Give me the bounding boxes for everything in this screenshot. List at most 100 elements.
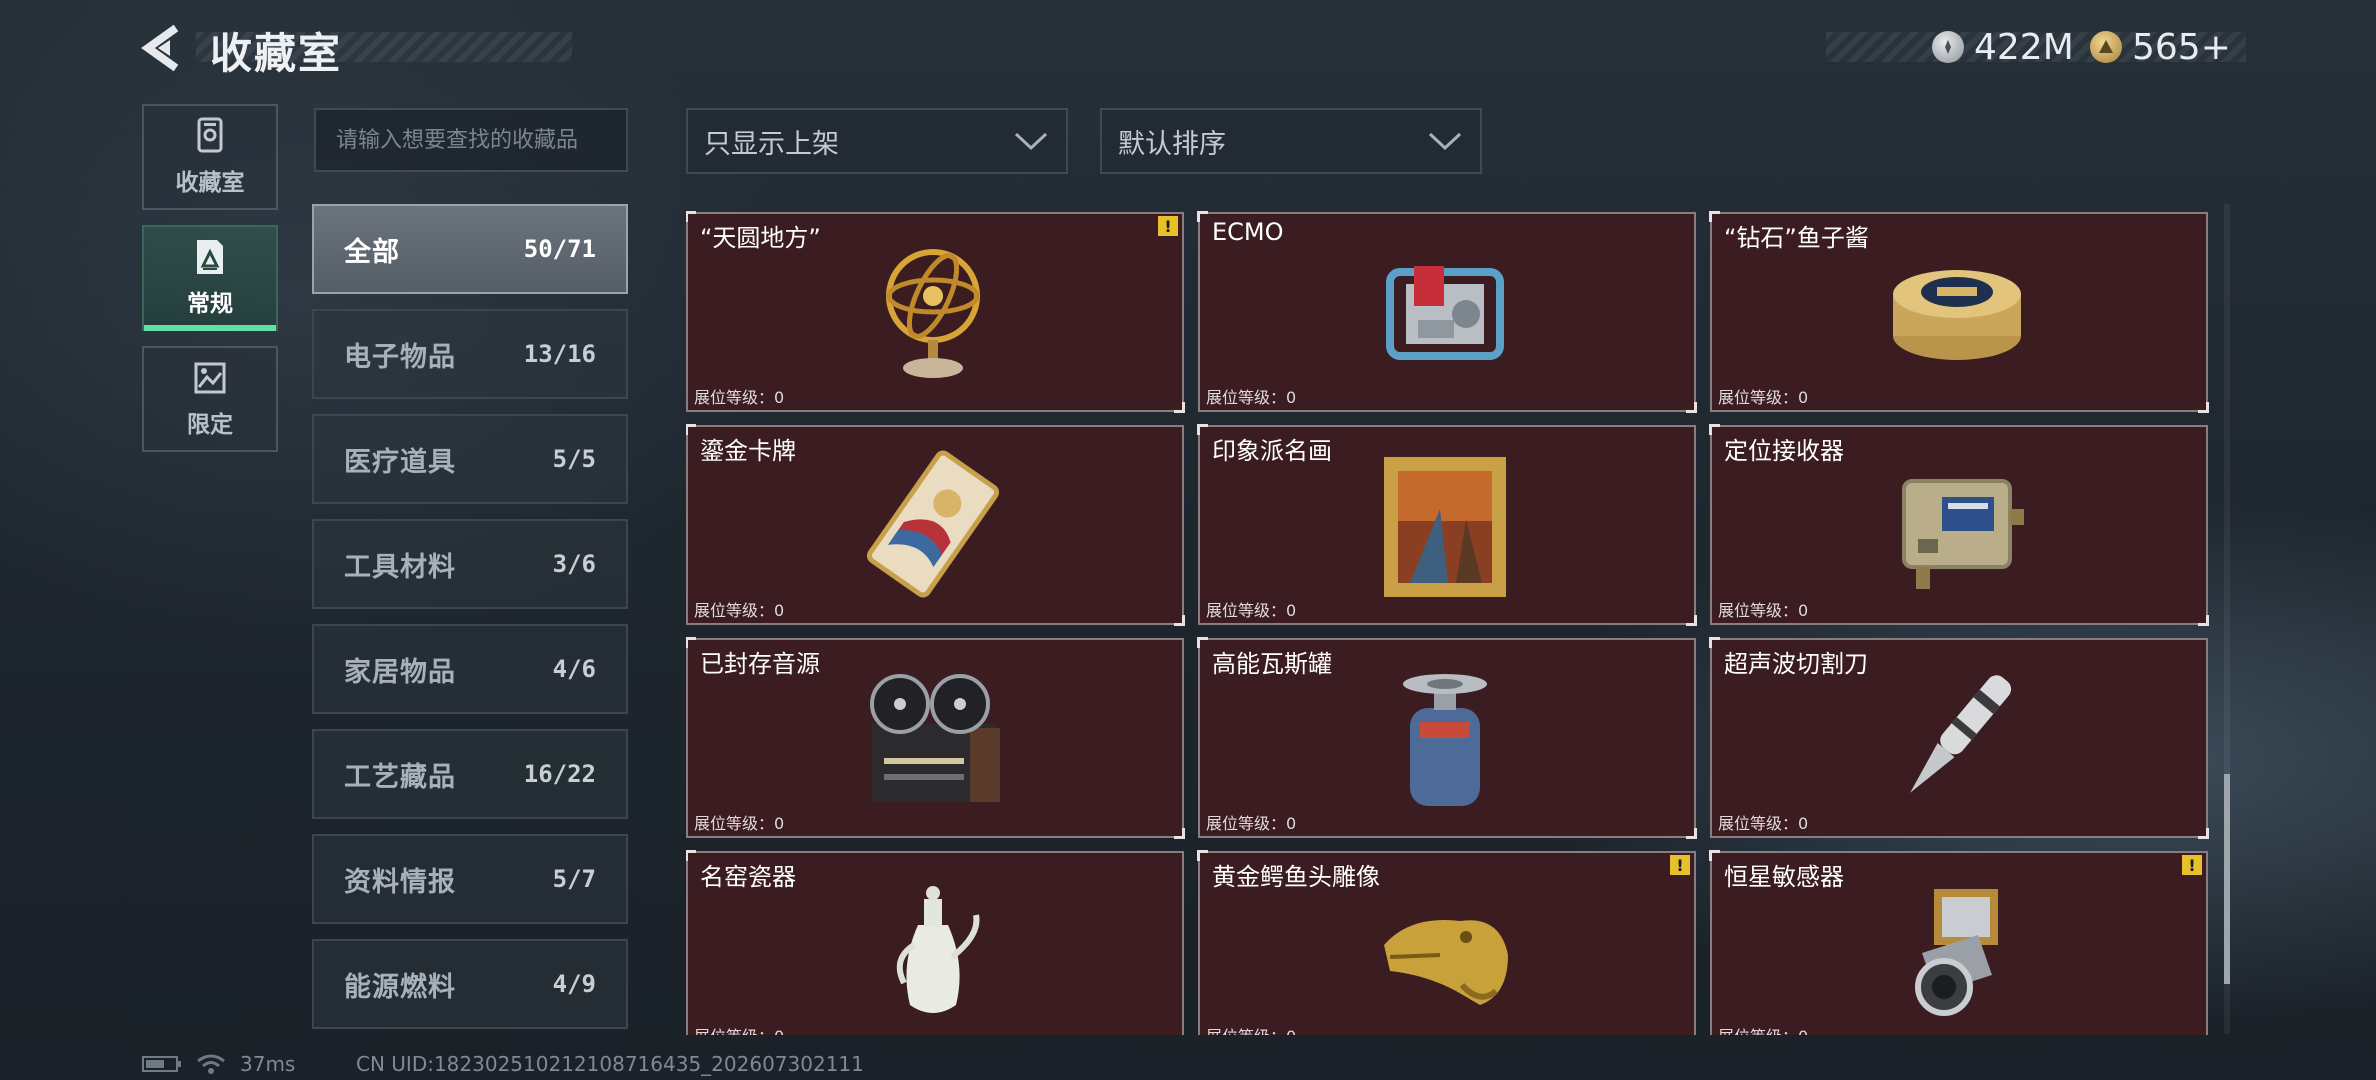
listing-filter-dropdown[interactable]: 只显示上架 bbox=[686, 108, 1068, 174]
caviar-tin-icon bbox=[1893, 270, 2021, 360]
item-card[interactable]: 超声波切割刀 展位等级：0 bbox=[1709, 637, 2209, 839]
item-card[interactable]: 高能瓦斯罐 展位等级：0 bbox=[1197, 637, 1697, 839]
armillary-sphere-icon bbox=[886, 249, 980, 378]
gold-amount: 565+ bbox=[2132, 26, 2231, 68]
category-name: 全部 bbox=[344, 236, 400, 268]
search-input[interactable] bbox=[314, 108, 628, 172]
category-intel[interactable]: 资料情报 5/7 bbox=[312, 834, 628, 924]
booth-level: 展位等级：0 bbox=[1206, 601, 1297, 620]
battery-icon bbox=[142, 1056, 181, 1072]
item-name: 定位接收器 bbox=[1724, 437, 1844, 465]
category-name: 电子物品 bbox=[344, 341, 456, 373]
chevron-down-icon bbox=[1428, 132, 1462, 151]
item-card[interactable]: 鎏金卡牌 展位等级：0 bbox=[686, 424, 1185, 626]
item-card[interactable]: “天圆地方” ! 展位等级：0 bbox=[686, 211, 1185, 413]
category-name: 家居物品 bbox=[344, 656, 456, 688]
category-name: 工具材料 bbox=[344, 551, 456, 583]
item-card[interactable]: 已封存音源 展位等级：0 bbox=[686, 637, 1185, 839]
gold-currency: 565+ bbox=[2090, 24, 2231, 70]
booth-level: 展位等级：0 bbox=[1206, 814, 1297, 833]
status-bar: 37ms bbox=[142, 1052, 295, 1076]
framed-painting-icon bbox=[1384, 457, 1506, 597]
category-count: 5/5 bbox=[552, 445, 596, 473]
item-card[interactable]: 定位接收器 展位等级：0 bbox=[1709, 424, 2209, 626]
category-count: 4/6 bbox=[552, 655, 596, 683]
booth-level: 展位等级：0 bbox=[694, 601, 785, 620]
regular-document-icon bbox=[197, 240, 223, 274]
booth-level: 展位等级：0 bbox=[694, 1023, 784, 1035]
item-card[interactable]: 印象派名画 展位等级：0 bbox=[1197, 424, 1697, 626]
item-name: 名窑瓷器 bbox=[700, 863, 796, 891]
booth-level: 展位等级：0 bbox=[1718, 814, 1809, 833]
back-button[interactable] bbox=[140, 22, 192, 74]
tab-regular[interactable]: 常规 bbox=[142, 225, 278, 331]
category-tools[interactable]: 工具材料 3/6 bbox=[312, 519, 628, 609]
category-name: 医疗道具 bbox=[344, 446, 456, 478]
star-sensor-icon bbox=[1915, 889, 1998, 1016]
tab-limited[interactable]: 限定 bbox=[142, 346, 278, 452]
booth-level: 展位等级：0 bbox=[694, 814, 785, 833]
item-card[interactable]: 恒星敏感器 ! 展位等级：0 bbox=[1709, 850, 2208, 1035]
porcelain-ewer-icon bbox=[896, 886, 980, 1013]
booth-level: 展位等级：0 bbox=[1206, 1023, 1296, 1035]
category-all[interactable]: 全部 50/71 bbox=[312, 204, 628, 294]
category-household[interactable]: 家居物品 4/6 bbox=[312, 624, 628, 714]
collection-room-icon bbox=[197, 117, 223, 153]
booth-level: 展位等级：0 bbox=[1206, 388, 1297, 407]
tab-label: 限定 bbox=[187, 412, 233, 438]
tab-collection-room[interactable]: 收藏室 bbox=[142, 104, 278, 210]
ultrasonic-cutter-icon bbox=[1910, 675, 2012, 793]
item-name: “天圆地方” bbox=[700, 224, 821, 252]
silver-amount: 422M bbox=[1974, 26, 2074, 68]
tab-label: 收藏室 bbox=[175, 170, 245, 196]
grid-scrollbar-thumb[interactable] bbox=[2224, 774, 2230, 984]
chevron-down-icon bbox=[1014, 132, 1048, 151]
booth-level: 展位等级：0 bbox=[1718, 388, 1809, 407]
gilded-card-icon bbox=[866, 450, 1000, 598]
warning-badge-icon: ! bbox=[1158, 216, 1178, 236]
item-name: “钻石”鱼子酱 bbox=[1724, 224, 1869, 252]
ecmo-machine-icon bbox=[1386, 266, 1504, 360]
item-name: 鎏金卡牌 bbox=[700, 437, 796, 465]
category-crafts[interactable]: 工艺藏品 16/22 bbox=[312, 729, 628, 819]
item-name: 恒星敏感器 bbox=[1724, 863, 1844, 891]
item-card[interactable]: 黄金鳄鱼头雕像 ! 展位等级：0 bbox=[1197, 850, 1696, 1035]
listing-filter-value: 只显示上架 bbox=[704, 128, 839, 160]
tab-label: 常规 bbox=[187, 291, 233, 317]
item-card[interactable]: 名窑瓷器 展位等级：0 bbox=[686, 850, 1184, 1035]
category-count: 4/9 bbox=[552, 970, 596, 998]
item-name: 已封存音源 bbox=[700, 650, 820, 678]
warning-badge-icon: ! bbox=[2182, 855, 2202, 875]
sort-value: 默认排序 bbox=[1118, 128, 1226, 160]
category-electronics[interactable]: 电子物品 13/16 bbox=[312, 309, 628, 399]
reel-tape-recorder-icon bbox=[870, 674, 1000, 802]
category-count: 50/71 bbox=[523, 235, 596, 263]
item-card[interactable]: ECMO 展位等级：0 bbox=[1197, 211, 1697, 413]
category-medical[interactable]: 医疗道具 5/5 bbox=[312, 414, 628, 504]
category-count: 3/6 bbox=[552, 550, 596, 578]
category-count: 16/22 bbox=[523, 760, 596, 788]
wifi-icon bbox=[197, 1054, 225, 1074]
item-name: ECMO bbox=[1212, 218, 1284, 246]
item-name: 高能瓦斯罐 bbox=[1212, 650, 1332, 678]
booth-level: 展位等级：0 bbox=[694, 388, 785, 407]
silver-coin-icon bbox=[1932, 31, 1964, 63]
category-count: 13/16 bbox=[523, 340, 596, 368]
back-arrow-icon bbox=[141, 24, 179, 72]
booth-level: 展位等级：0 bbox=[1718, 601, 1809, 620]
gold-coin-icon bbox=[2090, 31, 2122, 63]
item-name: 印象派名画 bbox=[1212, 437, 1332, 465]
category-count: 5/7 bbox=[552, 865, 596, 893]
item-card[interactable]: “钻石”鱼子酱 展位等级：0 bbox=[1709, 211, 2209, 413]
limited-image-icon bbox=[194, 362, 226, 394]
category-name: 工艺藏品 bbox=[344, 761, 456, 793]
booth-level: 展位等级：0 bbox=[1718, 1023, 1808, 1035]
item-name: 黄金鳄鱼头雕像 bbox=[1212, 863, 1380, 891]
locator-receiver-icon bbox=[1902, 479, 2024, 589]
player-uid: CN UID:18230251021210871643​5_2026073021… bbox=[356, 1052, 864, 1076]
page-title: 收藏室 bbox=[210, 29, 343, 78]
item-name: 超声波切割刀 bbox=[1724, 650, 1868, 678]
category-name: 资料情报 bbox=[344, 866, 456, 898]
sort-dropdown[interactable]: 默认排序 bbox=[1100, 108, 1482, 174]
category-energy[interactable]: 能源燃料 4/9 bbox=[312, 939, 628, 1029]
